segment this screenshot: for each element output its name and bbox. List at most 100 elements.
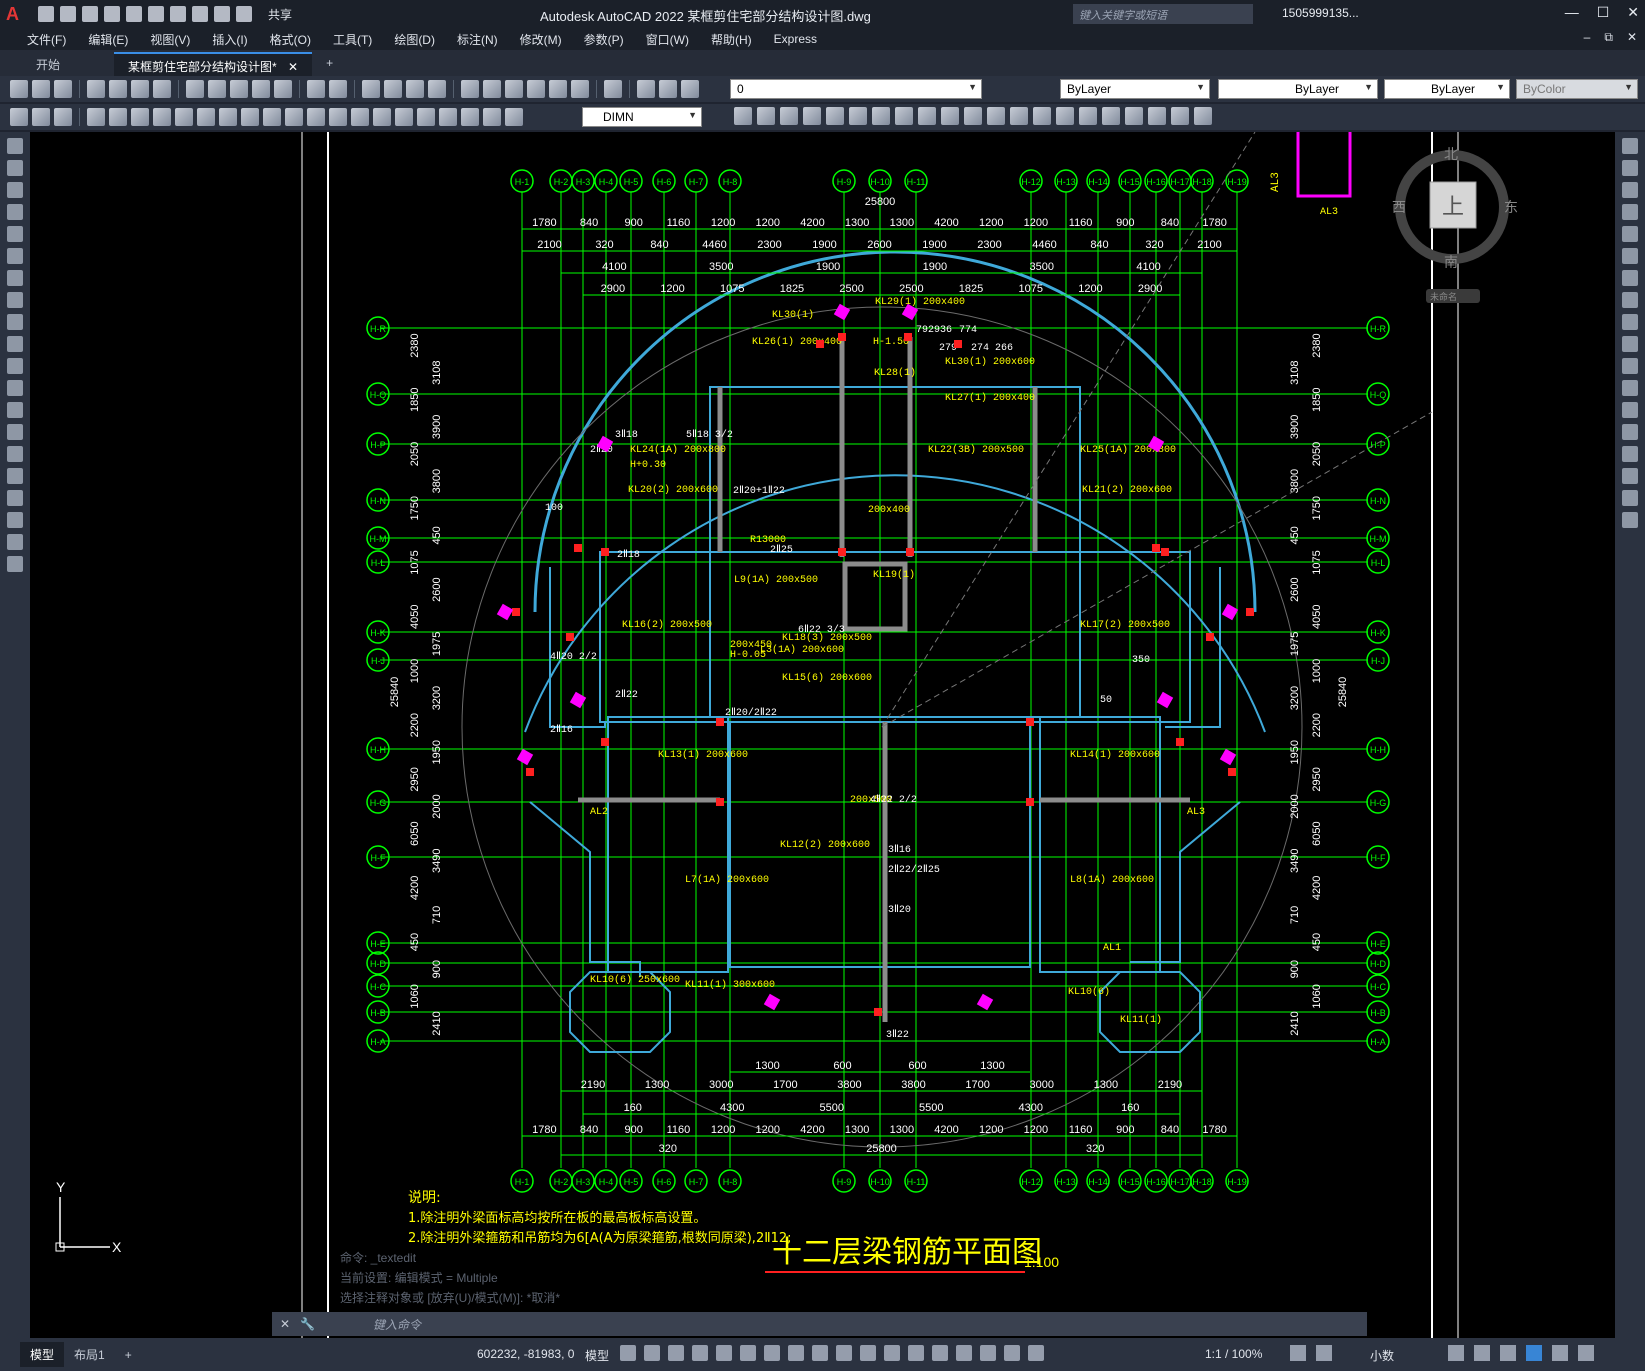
menu-tools[interactable]: 工具(T) xyxy=(322,31,383,48)
extend-icon[interactable] xyxy=(964,107,982,125)
layer-freeze-icon[interactable] xyxy=(659,80,677,98)
dim-baseline-icon[interactable] xyxy=(285,108,303,126)
match-properties-icon[interactable] xyxy=(252,80,270,98)
spline-icon[interactable] xyxy=(7,314,23,330)
inspect-icon[interactable] xyxy=(417,108,435,126)
fillet-icon[interactable] xyxy=(1056,107,1074,125)
polyline-icon[interactable] xyxy=(7,182,23,198)
dim-continue-icon[interactable] xyxy=(307,108,325,126)
dim-diameter-icon[interactable] xyxy=(219,108,237,126)
calculator-icon[interactable] xyxy=(571,80,589,98)
dim-space-icon[interactable] xyxy=(329,108,347,126)
lineweight-icon[interactable] xyxy=(812,1345,828,1361)
layer-on-icon[interactable] xyxy=(637,80,655,98)
array-icon[interactable] xyxy=(826,107,844,125)
redo-icon[interactable] xyxy=(214,6,230,22)
dynamic-ucs-icon[interactable] xyxy=(908,1345,924,1361)
copy-object-icon[interactable] xyxy=(757,107,775,125)
draworder-icon[interactable] xyxy=(1102,107,1120,125)
markup-icon[interactable] xyxy=(549,80,567,98)
preview-icon[interactable] xyxy=(109,80,127,98)
trim-icon[interactable] xyxy=(941,107,959,125)
text-icon[interactable] xyxy=(1171,107,1189,125)
ellipse-icon[interactable] xyxy=(7,336,23,352)
doc-restore-icon[interactable]: ⧉ xyxy=(1604,30,1613,45)
menu-window[interactable]: 窗口(W) xyxy=(635,31,700,48)
doc-minimize-icon[interactable]: – xyxy=(1584,30,1591,45)
blend-icon[interactable] xyxy=(1622,490,1638,506)
explode-icon[interactable] xyxy=(1079,107,1097,125)
table-icon[interactable] xyxy=(7,512,23,528)
design-center-icon[interactable] xyxy=(483,80,501,98)
tolerance-icon[interactable] xyxy=(373,108,391,126)
maximize-icon[interactable]: ☐ xyxy=(1597,4,1610,21)
wcs-menu[interactable]: 未命名 xyxy=(1430,291,1457,302)
help-search-input[interactable]: 键入关键字或短语 xyxy=(1073,4,1253,24)
qnew-icon[interactable] xyxy=(10,80,28,98)
join-side-icon[interactable] xyxy=(1622,424,1638,440)
viewcube-north[interactable]: 北 xyxy=(1444,146,1458,162)
arc-icon[interactable] xyxy=(7,248,23,264)
fillet-side-icon[interactable] xyxy=(1622,468,1638,484)
share-button[interactable]: 共享 xyxy=(268,6,292,23)
drawing-canvas[interactable]: H-1 H-2 H-3 H-4 H-5 H-6 H-7 H-8 H-9 H-10 H-11 H-12 H… xyxy=(30,132,1615,1338)
sheet-set-icon[interactable] xyxy=(527,80,545,98)
break-icon[interactable] xyxy=(987,107,1005,125)
annotation-scale-icon[interactable] xyxy=(1028,1345,1044,1361)
extend-side-icon[interactable] xyxy=(1622,358,1638,374)
pan-icon[interactable] xyxy=(362,80,380,98)
dim-aligned-icon[interactable] xyxy=(109,108,127,126)
scale-side-icon[interactable] xyxy=(1622,292,1638,308)
copy-side-icon[interactable] xyxy=(1622,160,1638,176)
lock-ui-icon[interactable] xyxy=(1474,1345,1490,1361)
layer-previous-icon[interactable] xyxy=(54,108,72,126)
zoom-window-icon[interactable] xyxy=(406,80,424,98)
save-icon[interactable] xyxy=(82,6,98,22)
autocad-logo-icon[interactable]: A xyxy=(6,2,30,26)
units-selector[interactable]: 小数 xyxy=(1370,1347,1394,1364)
menu-express[interactable]: Express xyxy=(763,32,828,46)
new-icon[interactable] xyxy=(38,6,54,22)
erase-side-icon[interactable] xyxy=(1622,138,1638,154)
plot-icon[interactable] xyxy=(170,6,186,22)
command-input[interactable]: 键入命令 xyxy=(373,1316,421,1333)
tab-start[interactable]: 开始 xyxy=(22,52,74,76)
group-icon[interactable] xyxy=(1125,107,1143,125)
infer-icon[interactable] xyxy=(668,1345,684,1361)
viewcube[interactable]: 上 北 南 东 西 未命名 xyxy=(1392,146,1518,303)
scale-icon[interactable] xyxy=(895,107,913,125)
isodraft-icon[interactable] xyxy=(740,1345,756,1361)
lineweight-dropdown[interactable]: ByLayer ▼ xyxy=(1384,79,1510,99)
ungroup-icon[interactable] xyxy=(1148,107,1166,125)
close-icon[interactable]: ✕ xyxy=(1627,4,1639,21)
break-side-icon[interactable] xyxy=(1622,402,1638,418)
layer-lock-icon[interactable] xyxy=(681,80,699,98)
customization-menu-icon[interactable] xyxy=(1578,1345,1594,1361)
new-tab-icon[interactable]: + xyxy=(312,52,347,76)
dim-update-icon[interactable] xyxy=(505,108,523,126)
open-web-icon[interactable] xyxy=(126,6,142,22)
linetype-dropdown[interactable]: ByLayer ▼ xyxy=(1218,79,1378,99)
auto-scale-icon[interactable] xyxy=(1004,1345,1020,1361)
revcloud-icon[interactable] xyxy=(7,292,23,308)
dim-angular-icon[interactable] xyxy=(241,108,259,126)
menu-parametric[interactable]: 参数(P) xyxy=(573,31,635,48)
open-file-icon[interactable] xyxy=(32,80,50,98)
insert-block-icon[interactable] xyxy=(7,380,23,396)
minimize-icon[interactable]: — xyxy=(1565,4,1579,21)
dim-break-icon[interactable] xyxy=(351,108,369,126)
menu-insert[interactable]: 插入(I) xyxy=(201,31,258,48)
dim-text-edit-icon[interactable] xyxy=(483,108,501,126)
command-line[interactable]: ✕ 🔧 键入命令 xyxy=(272,1312,1367,1336)
center-mark-icon[interactable] xyxy=(395,108,413,126)
construction-line-icon[interactable] xyxy=(7,160,23,176)
dimstyle-dropdown[interactable]: DIMN ▼ xyxy=(582,107,702,127)
polar-icon[interactable] xyxy=(716,1345,732,1361)
plotstyle-dropdown[interactable]: ByColor ▼ xyxy=(1516,79,1638,99)
ellipse-arc-icon[interactable] xyxy=(7,358,23,374)
viewcube-east[interactable]: 东 xyxy=(1504,199,1518,215)
dim-edit-icon[interactable] xyxy=(461,108,479,126)
point-icon[interactable] xyxy=(7,424,23,440)
layer-manager-icon[interactable] xyxy=(32,108,50,126)
dim-radius-icon[interactable] xyxy=(175,108,193,126)
